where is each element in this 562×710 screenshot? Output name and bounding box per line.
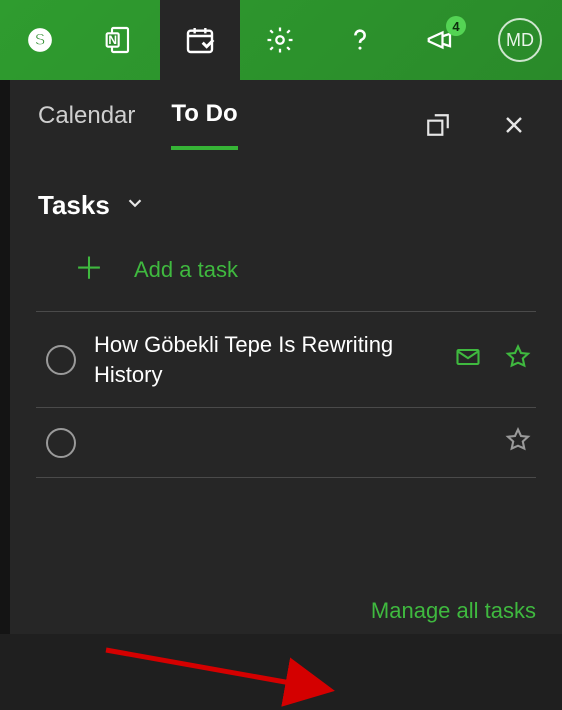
todo-panel: Calendar To Do Tasks ＋ Add a task How Gö… (10, 80, 562, 634)
announcements-icon[interactable]: 4 (400, 0, 480, 80)
popout-icon[interactable] (418, 105, 458, 145)
plus-icon: ＋ (74, 255, 104, 285)
list-selector[interactable]: Tasks (10, 170, 562, 231)
mail-icon[interactable] (454, 343, 482, 376)
tab-todo[interactable]: To Do (171, 100, 237, 150)
star-icon[interactable] (504, 426, 532, 459)
task-actions (454, 343, 536, 376)
skype-icon[interactable]: S (0, 0, 80, 80)
left-edge-strip (0, 80, 10, 634)
complete-checkbox[interactable] (46, 345, 76, 375)
close-icon[interactable] (494, 105, 534, 145)
svg-text:N: N (108, 33, 117, 47)
profile-avatar[interactable]: MD (480, 0, 560, 80)
star-icon[interactable] (504, 343, 532, 376)
task-title: How Göbekli Tepe Is Rewriting History (94, 330, 436, 389)
notification-badge: 4 (446, 16, 466, 36)
manage-all-tasks-link[interactable]: Manage all tasks (371, 598, 536, 624)
task-actions (504, 426, 536, 459)
panel-header: Calendar To Do (10, 80, 562, 170)
onenote-icon[interactable]: N (80, 0, 160, 80)
annotation-arrow (100, 640, 360, 710)
add-task-button[interactable]: ＋ Add a task (36, 231, 536, 312)
tab-calendar[interactable]: Calendar (38, 102, 135, 148)
svg-text:S: S (35, 31, 46, 49)
section-title: Tasks (38, 190, 110, 221)
chevron-down-icon (124, 192, 146, 219)
complete-checkbox[interactable] (46, 428, 76, 458)
add-task-label: Add a task (134, 257, 238, 283)
task-row[interactable] (36, 408, 536, 478)
app-toolbar: S N 4 MD (0, 0, 562, 80)
task-row[interactable]: How Göbekli Tepe Is Rewriting History (36, 312, 536, 408)
avatar-initials: MD (498, 18, 542, 62)
settings-icon[interactable] (240, 0, 320, 80)
todo-app-icon[interactable] (160, 0, 240, 80)
help-icon[interactable] (320, 0, 400, 80)
